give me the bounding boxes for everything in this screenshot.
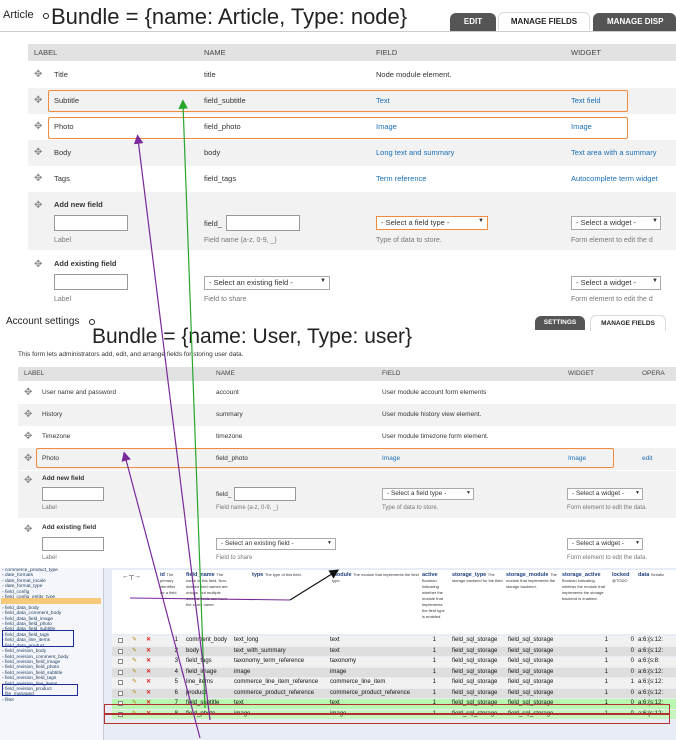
mapping-arrows — [121, 99, 340, 739]
arrow-field-config — [129, 597, 291, 601]
arrow-article-photo — [133, 134, 211, 721]
arrow-field-config-2 — [289, 569, 340, 601]
arrow-subtitle — [178, 99, 206, 709]
arrow-user-photo — [121, 451, 201, 739]
